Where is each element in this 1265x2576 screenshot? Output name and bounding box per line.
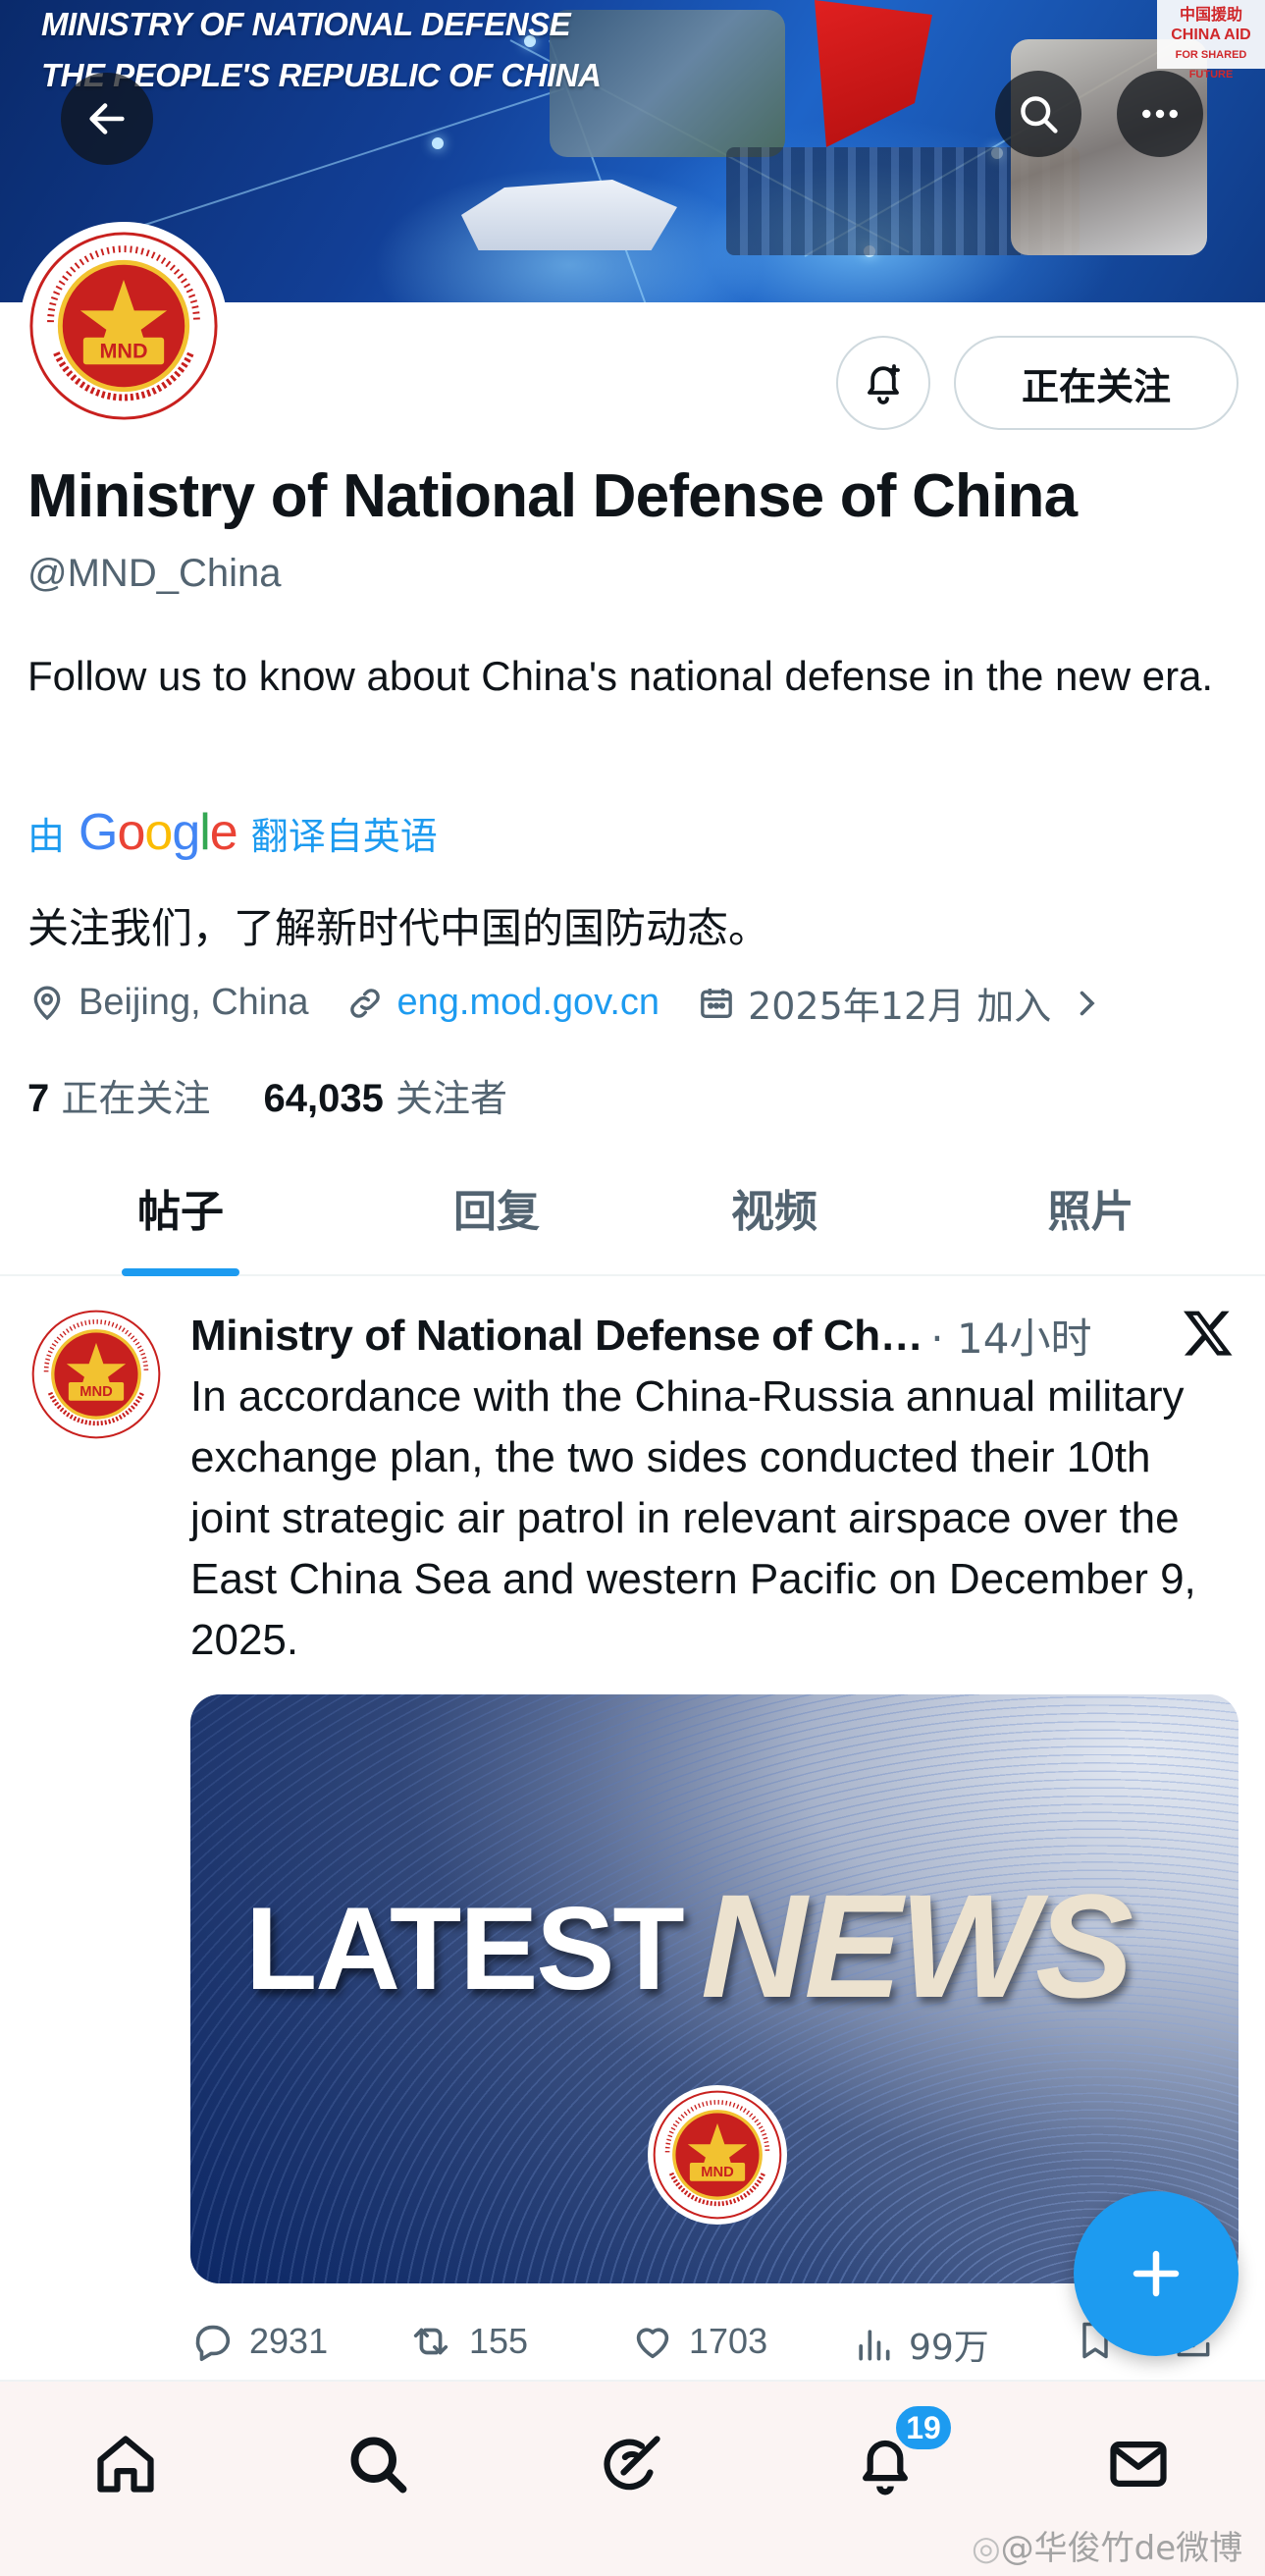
tab-replies[interactable]: 回复 (361, 1139, 632, 1276)
banner-title-line1: MINISTRY OF NATIONAL DEFENSE (41, 6, 571, 42)
link-icon (350, 988, 381, 1018)
tab-photos[interactable]: 照片 (917, 1139, 1265, 1276)
calendar-icon (701, 988, 732, 1018)
messages-icon (1110, 2442, 1167, 2487)
post-timestamp[interactable]: · 14小时 (930, 1306, 1091, 1366)
following-stat[interactable]: 7 正在关注 (27, 1077, 210, 1120)
location-pin-icon (33, 986, 61, 1020)
mnd-logo-text: MND (99, 338, 147, 362)
following-count: 7 (27, 1077, 50, 1120)
profile-bio: Follow us to know about China's national… (27, 653, 1214, 699)
nav-explore[interactable] (339, 2425, 417, 2503)
profile-website[interactable]: eng.mod.gov.cn (345, 982, 659, 1024)
post-author-name[interactable]: Ministry of National Defense of Ch… (190, 1312, 922, 1361)
profile-bio-translated: 关注我们，了解新时代中国的国防动态。 (27, 904, 770, 952)
profile-name: Ministry of National Defense of China (27, 462, 1078, 530)
joined-text: 2025年12月 加入 (748, 985, 1052, 1028)
nav-messages[interactable] (1099, 2425, 1178, 2503)
like-count: 1703 (689, 2321, 768, 2361)
views-count: 99万 (909, 2328, 989, 2368)
x-logo-icon (1184, 1311, 1233, 1356)
repost-icon (413, 2328, 448, 2355)
followers-count: 64,035 (263, 1077, 384, 1120)
grok-icon (604, 2436, 660, 2491)
profile-stats: 7 正在关注 64,035 关注者 (27, 1068, 507, 1122)
post-author-avatar[interactable]: MND (27, 1306, 165, 1443)
views-chart-icon (859, 2330, 890, 2361)
post-header: Ministry of National Defense of Ch… · 14… (190, 1306, 1172, 1366)
media-latest-text: LATEST (245, 1883, 685, 2014)
post-actions: 2931 155 1703 99万 (190, 2307, 1231, 2376)
post-text: In accordance with the China-Russia annu… (190, 1372, 1196, 1664)
chevron-right-icon (1080, 991, 1095, 1015)
mnd-logo: MND (31, 1310, 161, 1439)
arrow-left-icon (89, 103, 125, 134)
profile-handle: @MND_China (27, 552, 282, 595)
mnd-logo: MND (653, 2090, 782, 2220)
profile-avatar[interactable]: MND (20, 222, 228, 430)
media-news-text: NEWS (701, 1863, 1133, 2028)
active-tab-indicator (122, 1268, 239, 1276)
china-aid-cn: 中国援助 (1179, 7, 1242, 24)
google-logo: Google (79, 804, 238, 861)
translated-suffix: 翻译自英语 (250, 814, 438, 858)
bell-plus-icon (868, 364, 900, 404)
search-icon (1021, 96, 1058, 134)
like-button[interactable]: 1703 (630, 2319, 767, 2364)
more-icon (1142, 109, 1178, 119)
repost-button[interactable]: 155 (406, 2319, 528, 2364)
search-button[interactable] (995, 71, 1081, 157)
translated-by-google[interactable]: 由 Google 翻译自英语 (27, 803, 438, 862)
tab-label: 回复 (453, 1187, 540, 1237)
reply-button[interactable]: 2931 (190, 2319, 328, 2364)
notification-badge: 19 (893, 2403, 954, 2452)
heart-icon (636, 2328, 669, 2359)
profile-tabs: 帖子 回复 视频 照片 (0, 1139, 1265, 1276)
tab-videos[interactable]: 视频 (632, 1139, 917, 1276)
back-button[interactable] (61, 73, 153, 165)
mnd-logo-text: MND (701, 2165, 734, 2180)
plus-icon (1133, 2250, 1180, 2297)
tab-label: 帖子 (137, 1187, 224, 1237)
post-media-image[interactable]: LATEST NEWS MND (190, 1694, 1239, 2283)
home-icon (97, 2436, 154, 2493)
website-link[interactable]: eng.mod.gov.cn (396, 982, 659, 1024)
banner-node (432, 137, 444, 149)
profile-location: Beijing, China (27, 982, 308, 1024)
mnd-logo: MND (28, 231, 219, 421)
notification-subscribe-button[interactable] (836, 336, 930, 430)
more-button[interactable] (1117, 71, 1203, 157)
tab-label: 照片 (1047, 1187, 1134, 1237)
profile-joined[interactable]: 2025年12月 加入 (697, 976, 1116, 1030)
following-button[interactable]: 正在关注 (954, 336, 1239, 430)
profile-meta: Beijing, China eng.mod.gov.cn 2025年12月 加… (27, 976, 1153, 1030)
followers-label: 关注者 (395, 1077, 507, 1120)
repost-count: 155 (469, 2321, 529, 2361)
mnd-logo-text: MND (79, 1384, 113, 1400)
reply-icon (195, 2325, 231, 2362)
search-icon (350, 2437, 407, 2494)
tab-label: 视频 (731, 1187, 817, 1237)
translated-prefix: 由 (27, 814, 66, 858)
tab-posts[interactable]: 帖子 (0, 1139, 361, 1276)
location-text: Beijing, China (79, 982, 309, 1023)
china-aid-label: 中国援助 CHINA AID FOR SHARED FUTURE (1157, 0, 1265, 80)
reply-count: 2931 (249, 2321, 329, 2361)
weibo-watermark: ◎@华俊竹de微博 (972, 2529, 1243, 2568)
nav-grok[interactable] (593, 2425, 671, 2503)
nav-home[interactable] (86, 2425, 165, 2503)
china-aid-en: CHINA AID (1171, 27, 1251, 43)
following-label: 正在关注 (61, 1077, 211, 1120)
followers-stat[interactable]: 64,035 关注者 (264, 1077, 507, 1120)
media-mnd-emblem: MND (648, 2085, 787, 2225)
compose-post-button[interactable] (1074, 2191, 1239, 2356)
watermark-text: @华俊竹de微博 (1000, 2529, 1243, 2568)
views-button[interactable]: 99万 (852, 2319, 989, 2370)
